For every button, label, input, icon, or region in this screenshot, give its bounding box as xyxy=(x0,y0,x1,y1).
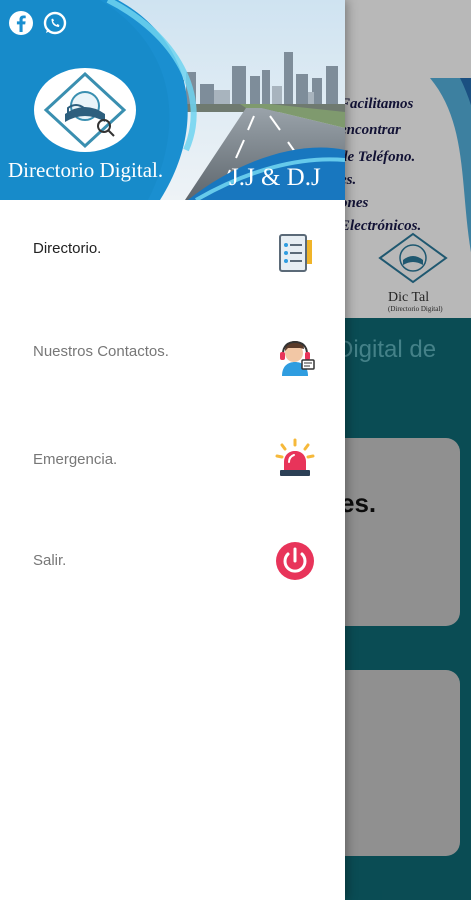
support-agent-icon xyxy=(280,340,315,376)
drawer-header: Directorio Digital. J.J & D.J xyxy=(0,0,345,200)
header-initials: J.J & D.J xyxy=(229,164,321,191)
menu-item-label: Nuestros Contactos. xyxy=(33,343,169,360)
menu-item-nuestros-contactos[interactable]: Nuestros Contactos. xyxy=(0,300,345,400)
menu-item-salir[interactable]: Salir. xyxy=(0,500,345,600)
whatsapp-icon[interactable] xyxy=(42,10,68,36)
menu-item-label: Directorio. xyxy=(33,240,102,257)
directory-list-icon xyxy=(279,234,312,272)
menu-item-emergencia[interactable]: Emergencia. xyxy=(0,400,345,500)
menu-item-label: Emergencia. xyxy=(33,451,118,468)
siren-icon xyxy=(275,438,315,476)
menu-item-label: Salir. xyxy=(33,552,67,569)
facebook-icon[interactable] xyxy=(8,10,34,36)
menu-item-directorio[interactable]: Directorio. xyxy=(0,200,345,300)
header-title: Directorio Digital. xyxy=(8,158,164,182)
power-icon xyxy=(276,542,314,580)
navigation-drawer: Directorio Digital. J.J & D.J Directorio… xyxy=(0,0,345,900)
app-logo-icon xyxy=(34,68,136,152)
